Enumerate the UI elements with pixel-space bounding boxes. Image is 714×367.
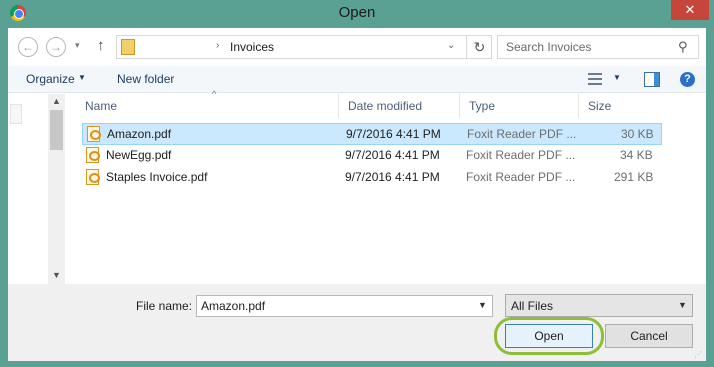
file-type-filter-value: All Files (511, 299, 554, 313)
view-options-caret-icon[interactable]: ▼ (613, 73, 621, 82)
file-name-field[interactable]: Amazon.pdf ▼ (196, 295, 493, 317)
pdf-file-icon (86, 147, 100, 163)
dialog-body: ← → ▾ ↑ › Invoices ⌄ ↻ Search Invoices ⚲… (8, 28, 706, 361)
file-date: 9/7/2016 4:41 PM (345, 170, 440, 184)
file-name-dropdown-icon[interactable]: ▼ (478, 300, 487, 310)
file-size: 34 KB (620, 148, 653, 162)
file-size: 30 KB (621, 127, 654, 141)
breadcrumb-invoices[interactable]: Invoices (230, 40, 274, 54)
open-dialog: Open ✕ ← → ▾ ↑ › Invoices ⌄ ↻ Search Inv… (0, 0, 714, 367)
file-name: Amazon.pdf (107, 127, 172, 141)
navigation-bar: ← → ▾ ↑ › Invoices ⌄ ↻ Search Invoices ⚲ (8, 28, 706, 66)
address-bar[interactable]: › Invoices ⌄ ↻ (116, 35, 492, 59)
forward-arrow-icon: → (50, 40, 62, 54)
title-bar: Open ✕ (0, 0, 714, 28)
column-header-name[interactable]: Name (76, 94, 339, 118)
file-row-staples-invoice[interactable]: Staples Invoice.pdf 9/7/2016 4:41 PM Fox… (82, 167, 662, 189)
file-size: 291 KB (614, 170, 654, 184)
up-button[interactable]: ↑ (97, 37, 105, 54)
chevron-down-icon: ▾ (75, 40, 80, 50)
help-icon[interactable]: ? (680, 72, 695, 87)
chevron-down-icon: ▼ (678, 300, 687, 310)
back-arrow-icon: ← (22, 40, 34, 54)
scroll-up-icon[interactable]: ▲ (52, 96, 61, 106)
navigation-pane[interactable] (8, 94, 48, 284)
column-header-date-modified[interactable]: Date modified (339, 94, 460, 118)
column-header-size[interactable]: Size (579, 94, 658, 118)
column-header-type[interactable]: Type (460, 94, 579, 118)
refresh-button[interactable]: ↻ (466, 36, 492, 58)
folder-icon (121, 39, 135, 55)
back-button[interactable]: ← (18, 37, 38, 57)
change-view-icon[interactable] (588, 73, 602, 85)
navigation-pane-scrollbar[interactable]: ▲ ▼ (48, 94, 65, 284)
preview-pane-icon[interactable] (644, 72, 660, 87)
close-icon: ✕ (684, 2, 696, 17)
file-date: 9/7/2016 4:41 PM (345, 148, 440, 162)
search-placeholder: Search Invoices (506, 40, 592, 54)
breadcrumb-separator-icon[interactable]: › (216, 40, 219, 51)
file-type-filter-select[interactable]: All Files ▼ (505, 294, 693, 317)
navigation-pane-item[interactable] (10, 104, 22, 124)
new-folder-button[interactable]: New folder (117, 72, 174, 86)
organize-button[interactable]: Organize (26, 72, 75, 86)
pdf-file-icon (86, 169, 100, 185)
search-input[interactable]: Search Invoices ⚲ (497, 35, 699, 59)
close-button[interactable]: ✕ (671, 0, 709, 20)
file-type: Foxit Reader PDF ... (467, 127, 577, 141)
file-type: Foxit Reader PDF ... (466, 148, 576, 162)
search-icon[interactable]: ⚲ (678, 39, 688, 55)
file-name: Staples Invoice.pdf (106, 170, 208, 184)
file-name: NewEgg.pdf (106, 148, 172, 162)
up-arrow-icon: ↑ (97, 37, 105, 54)
file-date: 9/7/2016 4:41 PM (346, 127, 441, 141)
file-list: ^ Name Date modified Type Size Amazon.pd… (76, 89, 706, 284)
open-button[interactable]: Open (505, 324, 593, 348)
organize-caret-icon: ▼ (78, 73, 86, 82)
scrollbar-thumb[interactable] (50, 110, 63, 150)
file-name-value[interactable]: Amazon.pdf (201, 299, 265, 313)
command-toolbar: Organize ▼ New folder ▼ ? (8, 66, 706, 93)
resize-grip-icon[interactable]: ⋰ (694, 350, 702, 359)
file-row-amazon[interactable]: Amazon.pdf 9/7/2016 4:41 PM Foxit Reader… (82, 123, 662, 145)
scroll-down-icon[interactable]: ▼ (52, 270, 61, 280)
file-row-newegg[interactable]: NewEgg.pdf 9/7/2016 4:41 PM Foxit Reader… (82, 145, 662, 167)
recent-locations-button[interactable]: ▾ (75, 40, 80, 51)
pdf-file-icon (87, 126, 101, 142)
dialog-footer: File name: Amazon.pdf ▼ All Files ▼ Open… (8, 284, 706, 361)
dialog-title: Open (338, 4, 376, 21)
file-type: Foxit Reader PDF ... (466, 170, 576, 184)
address-history-button[interactable]: ⌄ (447, 40, 455, 51)
forward-button[interactable]: → (46, 37, 66, 57)
cancel-button[interactable]: Cancel (605, 324, 693, 348)
file-name-label: File name: (136, 299, 193, 313)
refresh-icon: ↻ (473, 39, 486, 55)
